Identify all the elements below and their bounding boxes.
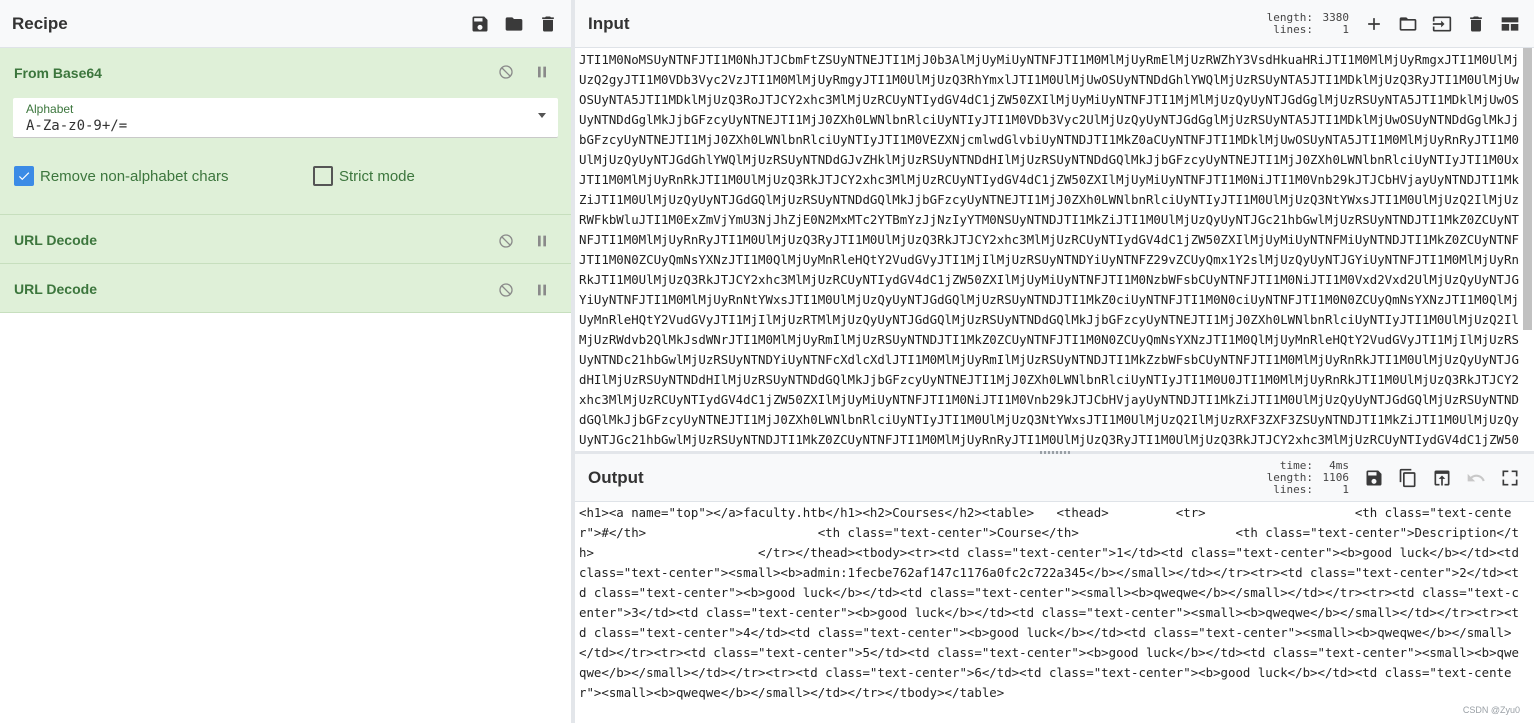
- recipe-pane: Recipe From Base64 Alphabet A-Za-z0-9+/=…: [0, 0, 571, 723]
- copy-icon[interactable]: [1397, 467, 1419, 489]
- operation-url-decode[interactable]: URL Decode: [0, 264, 571, 313]
- alphabet-label: Alphabet: [26, 102, 74, 116]
- input-textarea[interactable]: JTI1M0NoMSUyNTNFJTI1M0NhJTJCbmFtZSUyNTNE…: [579, 50, 1523, 448]
- save-icon[interactable]: [1363, 467, 1385, 489]
- output-title: Output: [588, 467, 644, 487]
- lines-label: lines:: [1273, 482, 1313, 496]
- add-tab-icon[interactable]: [1363, 13, 1385, 35]
- pause-icon[interactable]: [531, 230, 553, 252]
- input-stats: length: 3380 lines: 1: [1266, 10, 1350, 36]
- length-value: 3380: [1322, 10, 1350, 24]
- recipe-title: Recipe: [12, 13, 68, 33]
- operation-from-base64[interactable]: From Base64 Alphabet A-Za-z0-9+/= Remove…: [0, 48, 571, 215]
- operation-url-decode[interactable]: URL Decode: [0, 215, 571, 264]
- cyberchef-app: Recipe From Base64 Alphabet A-Za-z0-9+/=…: [0, 0, 1534, 723]
- pause-icon[interactable]: [531, 279, 553, 301]
- length-value: 1106: [1322, 470, 1350, 484]
- layout-icon[interactable]: [1499, 13, 1521, 35]
- folder-icon[interactable]: [503, 13, 525, 35]
- operation-title: URL Decode: [14, 281, 97, 297]
- strict-mode-option[interactable]: Strict mode: [313, 166, 415, 186]
- checkbox-checked-icon[interactable]: [14, 166, 34, 186]
- operation-title: From Base64: [14, 65, 102, 81]
- length-label: length:: [1266, 10, 1313, 24]
- lines-label: lines:: [1273, 22, 1313, 36]
- replace-input-icon[interactable]: [1431, 467, 1453, 489]
- lines-value: 1: [1342, 482, 1349, 496]
- strict-mode-label: Strict mode: [339, 167, 415, 185]
- save-icon[interactable]: [469, 13, 491, 35]
- pause-icon[interactable]: [531, 61, 553, 83]
- disable-icon[interactable]: [495, 61, 517, 83]
- input-title: Input: [588, 13, 630, 33]
- watermark: CSDN @Zyu0: [1462, 705, 1520, 715]
- open-file-icon[interactable]: [1431, 13, 1453, 35]
- undo-icon: [1465, 467, 1487, 489]
- lines-value: 1: [1342, 22, 1349, 36]
- trash-icon[interactable]: [537, 13, 559, 35]
- open-folder-icon[interactable]: [1397, 13, 1419, 35]
- input-pane: Input length: 3380 lines: 1 JTI1M0NoMSUy…: [575, 0, 1534, 452]
- maximize-icon[interactable]: [1499, 467, 1521, 489]
- input-scrollbar[interactable]: [1523, 48, 1532, 330]
- output-textarea[interactable]: <h1><a name="top"></a>faculty.htb</h1><h…: [579, 503, 1523, 715]
- alphabet-select[interactable]: Alphabet A-Za-z0-9+/=: [13, 98, 558, 138]
- chevron-down-icon: [538, 113, 546, 118]
- operation-title: URL Decode: [14, 232, 97, 248]
- output-stats: time: 4ms length: 1106 lines: 1: [1266, 458, 1350, 496]
- trash-icon[interactable]: [1465, 13, 1487, 35]
- time-value: 4ms: [1329, 458, 1349, 472]
- disable-icon[interactable]: [495, 279, 517, 301]
- length-label: length:: [1266, 470, 1313, 484]
- time-label: time:: [1279, 458, 1313, 472]
- remove-non-alphabet-option[interactable]: Remove non-alphabet chars: [14, 166, 228, 186]
- disable-icon[interactable]: [495, 230, 517, 252]
- output-header: Output time: 4ms length: 1106 lines: 1: [575, 454, 1534, 502]
- input-header: Input length: 3380 lines: 1: [575, 0, 1534, 48]
- checkbox-unchecked-icon[interactable]: [313, 166, 333, 186]
- alphabet-value: A-Za-z0-9+/=: [26, 118, 128, 134]
- output-pane: Output time: 4ms length: 1106 lines: 1 <…: [575, 454, 1534, 723]
- remove-non-alphabet-label: Remove non-alphabet chars: [40, 167, 229, 185]
- recipe-header: Recipe: [0, 0, 571, 48]
